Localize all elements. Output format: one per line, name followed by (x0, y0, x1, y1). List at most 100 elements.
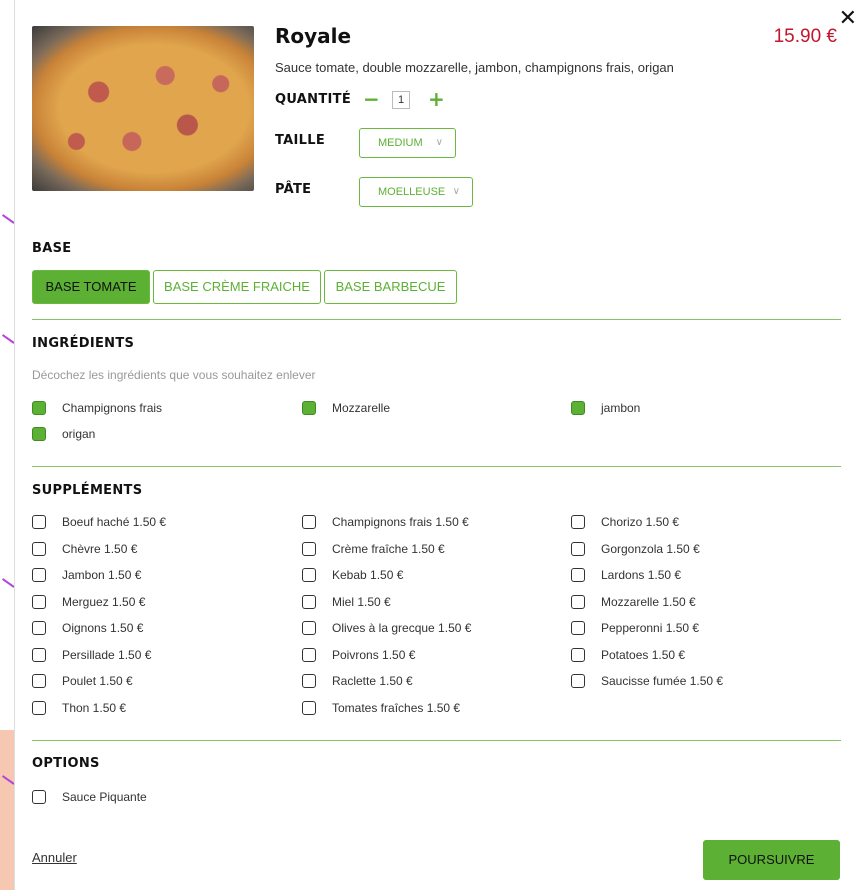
dough-select[interactable]: MOELLEUSE ∨ (359, 177, 473, 207)
ingredient-label: Mozzarelle (332, 401, 391, 415)
supplement-checkbox[interactable] (571, 648, 585, 662)
supplement-item[interactable]: Merguez 1.50 € (32, 594, 272, 610)
supplement-checkbox[interactable] (32, 621, 46, 635)
size-label: TAILLE (275, 133, 326, 148)
options-section-title: OPTIONS (32, 756, 100, 771)
quantity-plus-button[interactable]: + (428, 89, 445, 109)
continue-button[interactable]: POURSUIVRE (703, 840, 840, 880)
page-backdrop (0, 0, 15, 890)
base-creme-fraiche-button[interactable]: BASE CRÈME FRAICHE (153, 270, 321, 304)
supplement-label: Chorizo 1.50 € (601, 515, 680, 529)
supplement-item[interactable]: Champignons frais 1.50 € (302, 514, 542, 530)
dough-select-value: MOELLEUSE (378, 186, 446, 198)
dough-label: PÂTE (275, 182, 312, 197)
ingredient-checkbox[interactable] (302, 401, 316, 415)
supplement-checkbox[interactable] (32, 701, 46, 715)
ingredient-checkbox[interactable] (32, 401, 46, 415)
divider (32, 466, 841, 467)
backdrop-mark (1, 578, 15, 588)
supplement-item[interactable]: Saucisse fumée 1.50 € (571, 673, 811, 689)
ingredient-checkbox[interactable] (32, 427, 46, 441)
supplement-item[interactable]: Poivrons 1.50 € (302, 647, 542, 663)
chevron-down-icon: ∨ (435, 137, 443, 148)
supplement-checkbox[interactable] (302, 674, 316, 688)
supplement-checkbox[interactable] (571, 674, 585, 688)
supplement-item[interactable]: Crème fraîche 1.50 € (302, 541, 542, 557)
supplement-item[interactable]: Jambon 1.50 € (32, 567, 272, 583)
supplement-item[interactable]: Poulet 1.50 € (32, 673, 272, 689)
size-select[interactable]: MEDIUM ∨ (359, 128, 456, 158)
ingredient-checkbox[interactable] (571, 401, 585, 415)
supplement-checkbox[interactable] (302, 621, 316, 635)
supplement-label: Champignons frais 1.50 € (332, 515, 469, 529)
supplement-label: Jambon 1.50 € (62, 568, 142, 582)
ingredient-label: Champignons frais (62, 401, 163, 415)
supplement-item[interactable]: Gorgonzola 1.50 € (571, 541, 811, 557)
supplement-checkbox[interactable] (302, 515, 316, 529)
base-section-title: BASE (32, 241, 72, 256)
supplement-label: Potatoes 1.50 € (601, 648, 686, 662)
supplement-item[interactable]: Olives à la grecque 1.50 € (302, 620, 542, 636)
supplement-item[interactable]: Boeuf haché 1.50 € (32, 514, 272, 530)
backdrop-mark (1, 334, 15, 344)
supplement-label: Saucisse fumée 1.50 € (601, 674, 724, 688)
supplement-label: Miel 1.50 € (332, 595, 391, 609)
supplement-item[interactable]: Potatoes 1.50 € (571, 647, 811, 663)
supplement-checkbox[interactable] (571, 568, 585, 582)
ingredient-item[interactable]: Mozzarelle (302, 400, 532, 416)
supplement-label: Crème fraîche 1.50 € (332, 542, 445, 556)
option-item[interactable]: Sauce Piquante (32, 789, 262, 805)
supplement-item[interactable]: Tomates fraîches 1.50 € (302, 700, 542, 716)
supplement-checkbox[interactable] (32, 542, 46, 556)
quantity-label: QUANTITÉ (275, 92, 352, 107)
ingredient-label: jambon (601, 401, 641, 415)
supplement-item[interactable]: Oignons 1.50 € (32, 620, 272, 636)
supplement-checkbox[interactable] (302, 648, 316, 662)
supplement-item[interactable]: Chorizo 1.50 € (571, 514, 811, 530)
supplement-checkbox[interactable] (302, 595, 316, 609)
product-price: 15.90 € (773, 26, 837, 47)
quantity-value[interactable]: 1 (392, 91, 410, 109)
supplement-item[interactable]: Pepperonni 1.50 € (571, 620, 811, 636)
option-checkbox[interactable] (32, 790, 46, 804)
base-barbecue-button[interactable]: BASE BARBECUE (324, 270, 457, 304)
supplement-item[interactable]: Kebab 1.50 € (302, 567, 542, 583)
supplement-label: Poivrons 1.50 € (332, 648, 416, 662)
supplement-checkbox[interactable] (32, 568, 46, 582)
ingredient-item[interactable]: Champignons frais (32, 400, 262, 416)
backdrop-peach-area (0, 730, 14, 890)
pizza-photo (32, 26, 254, 191)
supplement-item[interactable]: Mozzarelle 1.50 € (571, 594, 811, 610)
supplement-checkbox[interactable] (571, 595, 585, 609)
divider (32, 740, 841, 741)
supplement-checkbox[interactable] (571, 621, 585, 635)
cancel-link[interactable]: Annuler (32, 850, 77, 865)
supplement-checkbox[interactable] (32, 515, 46, 529)
quantity-minus-button[interactable]: − (363, 89, 380, 109)
backdrop-mark (1, 214, 15, 224)
supplement-label: Kebab 1.50 € (332, 568, 404, 582)
supplement-checkbox[interactable] (571, 515, 585, 529)
supplement-checkbox[interactable] (571, 542, 585, 556)
supplement-checkbox[interactable] (302, 568, 316, 582)
supplement-checkbox[interactable] (32, 674, 46, 688)
supplement-label: Merguez 1.50 € (62, 595, 146, 609)
supplement-checkbox[interactable] (32, 648, 46, 662)
supplement-label: Lardons 1.50 € (601, 568, 682, 582)
ingredient-item[interactable]: origan (32, 426, 262, 442)
close-icon[interactable]: ✕ (839, 8, 857, 30)
supplements-section-title: SUPPLÉMENTS (32, 483, 143, 498)
supplement-item[interactable]: Thon 1.50 € (32, 700, 272, 716)
supplement-item[interactable]: Raclette 1.50 € (302, 673, 542, 689)
supplement-item[interactable]: Chèvre 1.50 € (32, 541, 272, 557)
supplement-item[interactable]: Lardons 1.50 € (571, 567, 811, 583)
supplement-checkbox[interactable] (302, 701, 316, 715)
supplement-checkbox[interactable] (32, 595, 46, 609)
supplement-label: Tomates fraîches 1.50 € (332, 701, 461, 715)
supplement-checkbox[interactable] (302, 542, 316, 556)
supplement-label: Raclette 1.50 € (332, 674, 413, 688)
supplement-item[interactable]: Persillade 1.50 € (32, 647, 272, 663)
supplement-item[interactable]: Miel 1.50 € (302, 594, 542, 610)
base-tomate-button[interactable]: BASE TOMATE (32, 270, 150, 304)
ingredient-item[interactable]: jambon (571, 400, 801, 416)
